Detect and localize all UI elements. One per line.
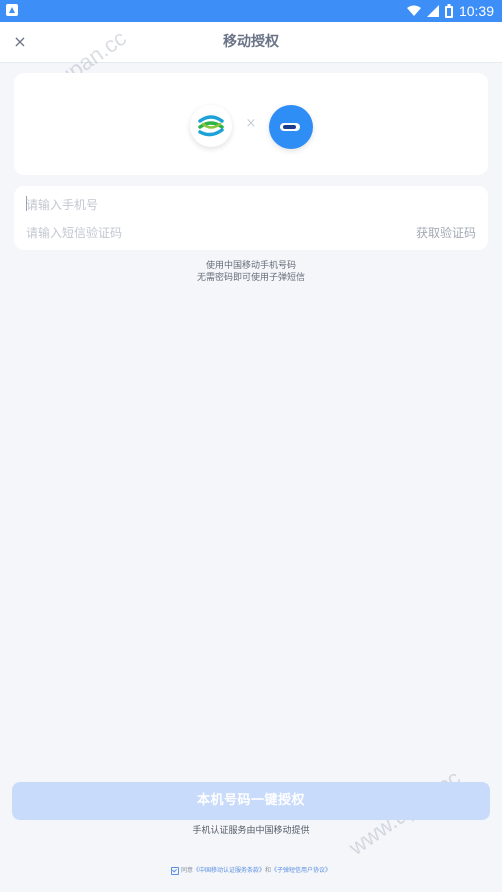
status-bar: 10:39 [0, 0, 502, 22]
phone-input[interactable] [26, 195, 326, 215]
login-form: 获取验证码 [14, 186, 488, 250]
notification-icon [6, 4, 18, 16]
status-icons: 10:39 [406, 2, 494, 20]
cmcc-terms-link[interactable]: 《中国移动认证服务条款》 [193, 867, 265, 874]
logo-separator: × [245, 116, 257, 131]
signal-icon [426, 5, 439, 17]
status-time: 10:39 [458, 3, 494, 19]
agree-checkbox[interactable] [170, 866, 179, 875]
china-mobile-logo [190, 105, 232, 147]
sms-code-input[interactable] [26, 223, 326, 243]
wifi-icon [406, 5, 421, 16]
bullet-sms-logo [269, 105, 313, 149]
one-click-auth-button[interactable]: 本机号码一键授权 [12, 782, 490, 820]
agreement-row: 同意《中国移动认证服务条款》和《子弹短信用户协议》 [0, 866, 502, 876]
hint-line-1: 使用中国移动手机号码 [205, 261, 296, 271]
agreement-prefix: 同意 [180, 867, 193, 874]
get-code-button[interactable]: 获取验证码 [416, 223, 476, 243]
user-agreement-link[interactable]: 《子弹短信用户协议》 [271, 867, 331, 874]
logo-card: × [14, 73, 488, 175]
hint-line-2: 无需密码即可使用子弹短信 [196, 273, 305, 283]
provider-text: 手机认证服务由中国移动提供 [192, 826, 310, 836]
text-cursor [26, 196, 27, 211]
battery-icon [444, 4, 453, 18]
